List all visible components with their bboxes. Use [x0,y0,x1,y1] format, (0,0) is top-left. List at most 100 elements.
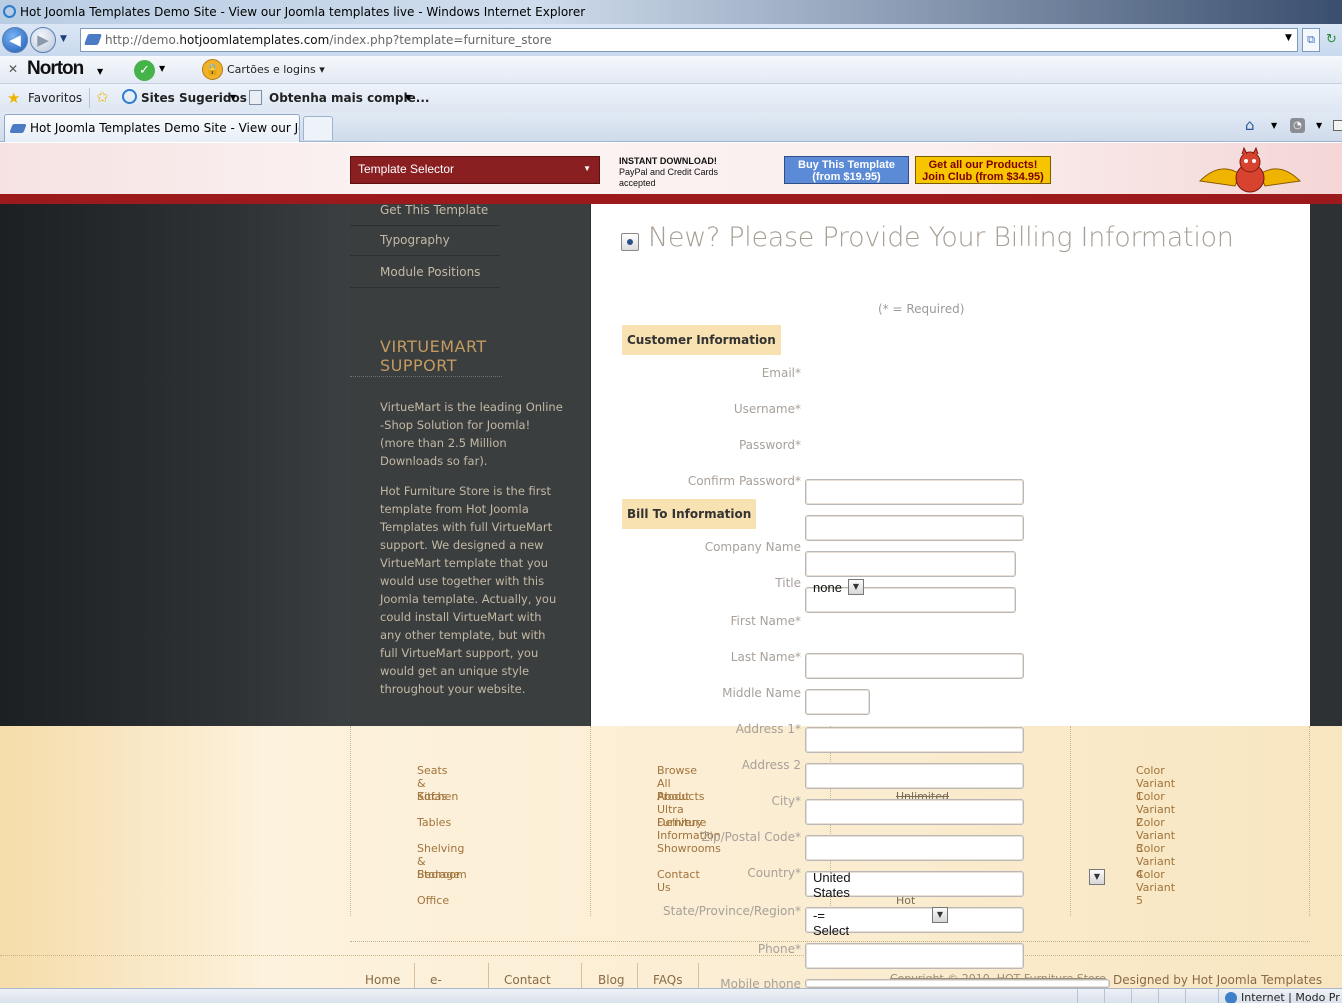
text-line: Hot Furniture Store is the first [380,484,552,498]
country-select-value[interactable]: United States [813,870,851,900]
support-heading-line1: VIRTUEMART [380,337,487,356]
norton-dropdown-icon[interactable]: ▼ [97,67,103,76]
divider [488,963,489,989]
back-arrow-icon[interactable]: ◀ [2,27,28,53]
email-field[interactable] [805,479,1024,505]
text-line: VirtueMart is the leading Online [380,400,563,414]
state-dropdown-icon[interactable]: ▼ [932,907,948,923]
text-line: would get an unique style [380,664,530,678]
security-zone[interactable]: Internet | Modo Pr [1225,991,1340,1003]
safe-check-icon[interactable]: ✓ [134,60,155,81]
home-dropdown-icon[interactable]: ▼ [1271,121,1277,130]
favorites-button[interactable]: Favoritos [28,91,82,105]
footer-link[interactable]: Color Variant 5 [1136,868,1175,907]
ie-logo-icon [3,5,16,18]
sidebar-item-typography[interactable]: Typography [350,224,500,256]
compatibility-view-icon[interactable]: ⧉ [1302,28,1320,52]
sidebar-item-get-template[interactable]: Get This Template [350,194,500,226]
address-bar[interactable]: http://demo.hotjoomlatemplates.com/index… [80,28,1298,52]
middle-name-field[interactable] [805,689,870,715]
globe-icon [1225,992,1237,1003]
phone-field[interactable] [805,943,1024,969]
join-club-button[interactable]: Get all our Products! Join Club (from $3… [915,156,1051,184]
company-field[interactable] [805,653,1024,679]
address-dropdown-icon[interactable]: ▼ [1285,33,1292,43]
template-selector-label: Template Selector [358,162,455,176]
browser-tab-active[interactable]: Hot Joomla Templates Demo Site - View ou… [4,114,300,142]
divider [350,376,502,377]
address1-label: Address 1* [735,722,801,736]
cards-logins-menu[interactable]: Cartões e logins ▾ [227,63,325,76]
norton-logo[interactable]: Norton [27,58,84,80]
recent-pages-dropdown-icon[interactable]: ▼ [60,34,67,44]
add-favorite-icon[interactable]: ✩ [96,88,109,106]
text-line: Downloads so far). [380,454,488,468]
print-icon[interactable] [1333,120,1342,131]
ie-suggested-icon [122,89,137,104]
designed-by-link[interactable]: Designed by Hot Joomla Templates [1113,973,1322,987]
template-selector-dropdown[interactable]: Template Selector ▼ [350,156,600,184]
divider [414,963,415,989]
identity-lock-icon[interactable]: 🔒 [202,59,223,80]
text-line: Templates with full VirtueMart [380,520,553,534]
title-dropdown-icon[interactable]: ▼ [848,579,864,595]
mobile-field[interactable] [805,979,1110,988]
country-dropdown-icon[interactable]: ▼ [1089,869,1105,885]
footer-link[interactable]: Bedroom [417,868,467,881]
rss-feed-icon[interactable]: ◔ [1290,118,1305,133]
username-label: Username* [733,402,801,416]
username-field[interactable] [805,515,1024,541]
new-tab-button[interactable] [303,116,333,140]
text-line: (more than 2.5 Million [380,436,507,450]
city-label: City* [771,794,801,808]
divider [581,963,582,989]
footer-link[interactable]: Office [417,894,449,907]
safe-check-dropdown-icon[interactable]: ▼ [159,64,165,73]
radio-icon[interactable] [621,233,639,251]
password-field[interactable] [805,551,1016,577]
divider [1218,989,1219,1003]
first-name-field[interactable] [805,727,1024,753]
divider [1309,726,1310,916]
state-label: State/Province/Region* [663,904,801,918]
norton-toolbar: ✕ Norton ▼ ✓ ▼ 🔒 Cartões e logins ▾ [0,56,1342,84]
sidebar-item-module-positions[interactable]: Module Positions [350,256,500,288]
favorites-star-icon[interactable]: ★ [7,89,20,107]
email-label: Email* [761,366,801,380]
customer-information-heading: Customer Information [622,325,781,355]
bill-to-information-heading: Bill To Information [622,499,757,529]
home-icon[interactable]: ⌂ [1245,116,1255,134]
last-name-field[interactable] [805,763,1024,789]
confirm-password-label: Confirm Password* [687,474,801,488]
right-background [1310,204,1342,726]
middle-name-label: Middle Name [722,686,801,700]
footer-link[interactable]: Kitchen [417,790,458,803]
virtuemart-paragraph-2: Hot Furniture Store is the first templat… [380,482,570,698]
page-title: New? Please Provide Your Billing Informa… [648,222,1234,253]
forward-arrow-icon[interactable]: ▶ [30,27,56,53]
rss-dropdown-icon[interactable]: ▼ [1316,121,1322,130]
text-line: could install VirtueMart with [380,610,542,624]
footer-link[interactable]: Tables [417,816,451,829]
address2-label: Address 2 [741,758,801,772]
country-label: Country* [747,866,801,880]
window-title: Hot Joomla Templates Demo Site - View ou… [20,5,586,19]
more-addons-dropdown-icon[interactable]: ▼ [405,93,411,102]
refresh-icon[interactable]: ↻ [1326,28,1342,52]
address1-field[interactable] [805,799,1024,825]
buy-template-button[interactable]: Buy This Template (from $19.95) [784,156,909,184]
tab-bar: Hot Joomla Templates Demo Site - View ou… [0,112,1342,142]
title-select-value[interactable]: none [813,580,842,595]
chevron-down-icon: ▼ [583,164,591,173]
password-label: Password* [738,438,801,452]
favorites-bar: ★ Favoritos ✩ Sites Sugeridos ▼ Obtenha … [0,84,1342,112]
address2-field[interactable] [805,835,1024,861]
page-icon [9,124,27,133]
text-line: support. We designed a new [380,538,544,552]
suggested-dropdown-icon[interactable]: ▼ [230,93,236,102]
cards-logins-label: Cartões e logins [227,63,316,76]
dragon-mascot-icon [1198,146,1302,193]
bottom-nav-home[interactable]: Home [365,973,400,987]
close-toolbar-icon[interactable]: ✕ [8,62,18,76]
virtuemart-support-heading: VIRTUEMART SUPPORT [380,337,487,375]
